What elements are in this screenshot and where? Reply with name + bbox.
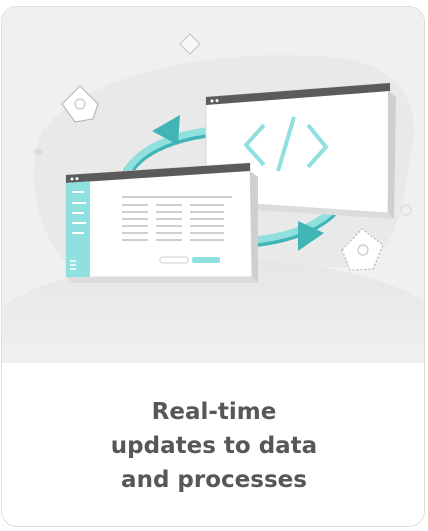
illustration — [2, 7, 424, 363]
feature-caption: Real-time updates to data and processes — [2, 395, 424, 497]
feature-card: Real-time updates to data and processes — [1, 6, 425, 527]
caption-line-1: Real-time — [151, 399, 277, 425]
caption-line-3: and processes — [121, 467, 307, 493]
data-table-window-icon — [65, 162, 258, 283]
caption-line-2: updates to data — [110, 433, 318, 459]
